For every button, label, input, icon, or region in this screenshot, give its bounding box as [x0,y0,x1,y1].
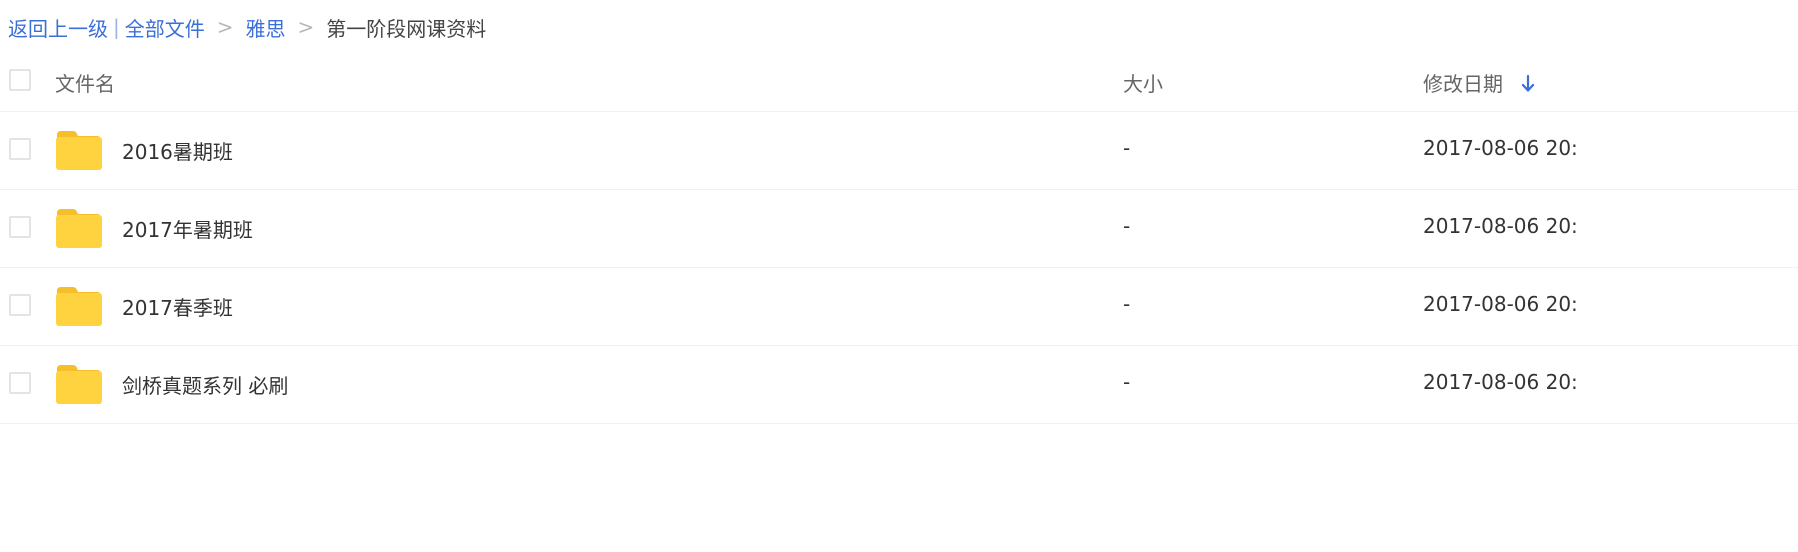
file-name[interactable]: 剑桥真题系列 必刷 [122,370,288,399]
file-modified-date: 2017-08-06 20: [1423,292,1578,316]
table-row[interactable]: 2017春季班 - 2017-08-06 20: [0,268,1798,346]
breadcrumb-ielts[interactable]: 雅思 [246,13,286,42]
file-size: - [1123,292,1131,316]
row-checkbox[interactable] [9,372,31,394]
row-checkbox[interactable] [9,216,31,238]
folder-icon[interactable] [56,130,102,170]
column-header-name[interactable]: 文件名 [55,68,115,97]
breadcrumb-separator: > [216,15,234,39]
file-size: - [1123,214,1131,238]
folder-icon[interactable] [56,364,102,404]
file-list: 2016暑期班 - 2017-08-06 20: 2017年暑期班 - 2017-08-0… [0,112,1798,424]
table-row[interactable]: 2016暑期班 - 2017-08-06 20: [0,112,1798,190]
file-modified-date: 2017-08-06 20: [1423,370,1578,394]
file-modified-date: 2017-08-06 20: [1423,136,1578,160]
file-name[interactable]: 2016暑期班 [122,136,233,165]
breadcrumb-current: 第一阶段网课资料 [326,16,487,41]
file-name[interactable]: 2017年暑期班 [122,214,253,243]
column-header-size[interactable]: 大小 [1123,68,1163,97]
back-link[interactable]: 返回上一级 [8,13,108,42]
table-row[interactable]: 剑桥真题系列 必刷 - 2017-08-06 20: [0,346,1798,424]
folder-icon[interactable] [56,286,102,326]
breadcrumb-divider: | [113,15,120,39]
breadcrumb-separator: > [297,15,315,39]
column-header-date-label: 修改日期 [1423,72,1503,96]
select-all-checkbox[interactable] [9,69,31,91]
arrow-down-icon[interactable] [1521,75,1535,93]
column-header-date[interactable]: 修改日期 [1423,68,1535,97]
folder-icon[interactable] [56,208,102,248]
file-size: - [1123,370,1131,394]
breadcrumb-all-files[interactable]: 全部文件 [125,13,205,42]
file-modified-date: 2017-08-06 20: [1423,214,1578,238]
file-name[interactable]: 2017春季班 [122,292,233,321]
file-size: - [1123,136,1131,160]
row-checkbox[interactable] [9,294,31,316]
table-row[interactable]: 2017年暑期班 - 2017-08-06 20: [0,190,1798,268]
table-header: 文件名 大小 修改日期 [0,52,1798,112]
row-checkbox[interactable] [9,138,31,160]
breadcrumb: 返回上一级 | 全部文件 > 雅思 > 第一阶段网课资料 [8,12,486,42]
file-browser: 返回上一级 | 全部文件 > 雅思 > 第一阶段网课资料 文件名 大小 修改日期… [0,0,1798,552]
